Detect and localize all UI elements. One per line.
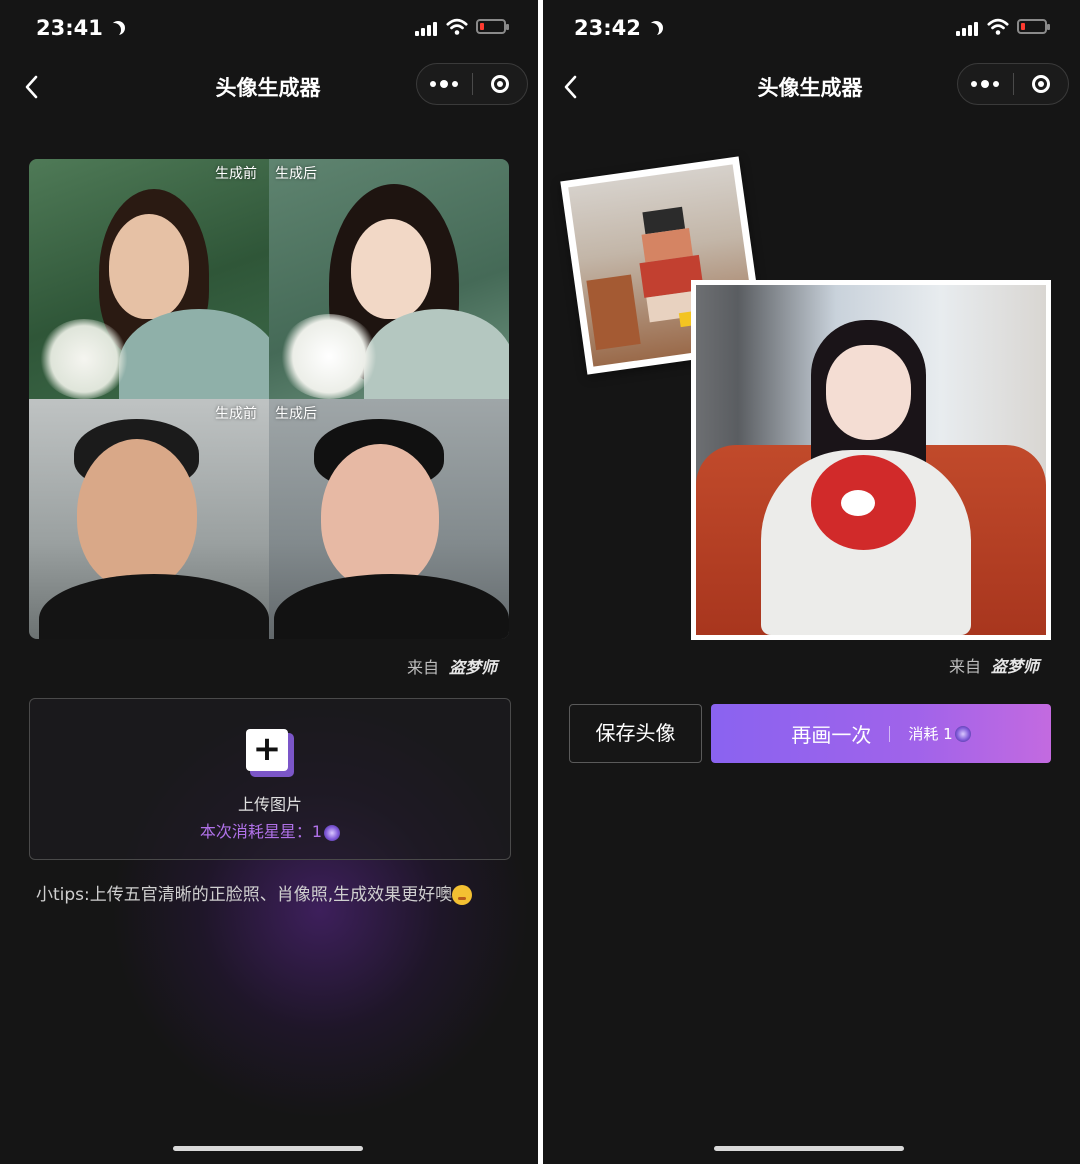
wifi-icon <box>987 18 1009 35</box>
example-before-woman: 生成前 <box>29 159 269 399</box>
status-bar-time: 23:41 <box>36 16 123 40</box>
page-title: 头像生成器 <box>757 76 863 100</box>
tips-text: 小tips:上传五官清晰的正脸照、肖像照,生成效果更好噢 <box>36 880 473 905</box>
label-after: 生成后 <box>275 166 317 182</box>
home-indicator <box>714 1146 904 1151</box>
left-phone-screen: 23:41 头像生成器 生成前 生成后 生成前 生成后 来自 盗梦师 + 上传图… <box>0 0 538 1164</box>
label-before: 生成前 <box>215 166 257 182</box>
plus-icon[interactable]: + <box>246 729 294 777</box>
signal-icon <box>956 22 978 36</box>
upload-image-area[interactable]: + 上传图片 本次消耗星星：1 <box>29 698 511 860</box>
battery-icon <box>1017 19 1050 34</box>
example-after-woman: 生成后 <box>269 159 509 399</box>
mini-program-capsule <box>957 63 1069 105</box>
example-before-man: 生成前 <box>29 399 269 639</box>
moon-icon <box>645 23 659 37</box>
more-dots-icon[interactable] <box>417 64 472 104</box>
home-indicator <box>173 1146 363 1151</box>
more-dots-icon[interactable] <box>958 64 1013 104</box>
mini-program-capsule <box>416 63 528 105</box>
star-icon <box>324 824 341 841</box>
star-cost: 本次消耗星星：1 <box>30 818 510 842</box>
star-icon <box>954 725 971 742</box>
page-title: 头像生成器 <box>215 76 321 100</box>
label-after: 生成后 <box>275 406 317 422</box>
example-grid: 生成前 生成后 生成前 生成后 <box>29 159 509 639</box>
target-circle-icon[interactable] <box>472 64 527 104</box>
save-avatar-button[interactable]: 保存头像 <box>569 704 702 763</box>
upload-label: 上传图片 <box>237 795 302 814</box>
moon-icon <box>107 23 121 37</box>
source-credit: 来自 盗梦师 <box>949 657 1040 676</box>
chevron-left-icon[interactable] <box>557 72 587 102</box>
grin-emoji-icon <box>452 885 473 905</box>
target-circle-icon[interactable] <box>1013 64 1068 104</box>
status-bar-time: 23:42 <box>574 16 661 40</box>
chevron-left-icon[interactable] <box>18 72 48 102</box>
signal-icon <box>415 22 437 36</box>
generated-avatar <box>691 280 1051 640</box>
redraw-button[interactable]: 再画一次 消耗 1 <box>711 704 1051 763</box>
example-after-man: 生成后 <box>269 399 509 639</box>
battery-icon <box>476 19 509 34</box>
label-before: 生成前 <box>215 406 257 422</box>
redraw-cost: 消耗 1 <box>908 725 953 743</box>
source-credit: 来自 盗梦师 <box>407 658 498 677</box>
wifi-icon <box>446 18 468 35</box>
